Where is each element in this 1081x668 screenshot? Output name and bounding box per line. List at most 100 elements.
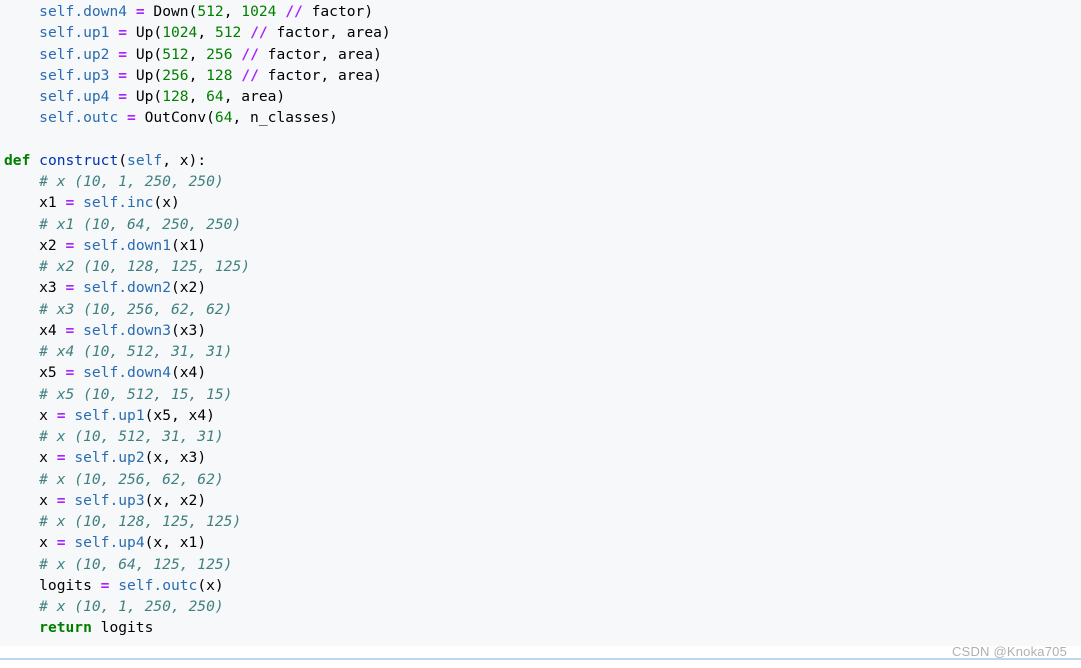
code-line: self.up3 = Up(256, 128 // factor, area): [4, 65, 391, 86]
code-line: return logits: [4, 617, 391, 638]
code-token-attr: .up2: [74, 45, 119, 63]
code-token-plain: (x2): [170, 279, 207, 297]
code-line: x5 = self.down4(x4): [4, 362, 391, 383]
code-token-comment: # x5 (10, 512, 15, 15): [39, 385, 233, 403]
code-token-plain: x: [4, 534, 57, 552]
code-token-comment: # x2 (10, 128, 125, 125): [39, 258, 251, 275]
code-token-op: =: [65, 364, 75, 382]
code-line: self.up4 = Up(128, 64, area): [4, 86, 391, 107]
code-token-kw: def: [4, 151, 31, 169]
code-line: x = self.up4(x, x1): [4, 532, 391, 553]
code-token-self: self: [74, 491, 110, 509]
code-token-comment: # x (10, 1, 250, 250): [39, 173, 224, 190]
code-token-self: self: [74, 406, 110, 424]
code-token-self: self: [39, 24, 75, 42]
code-line: logits = self.outc(x): [4, 575, 391, 596]
code-token-num: 256: [162, 66, 189, 84]
code-token-attr: .up1: [74, 24, 119, 42]
code-token-plain: logits: [91, 619, 154, 637]
code-token-plain: x: [4, 449, 57, 467]
code-token-comment: # x4 (10, 512, 31, 31): [39, 343, 233, 360]
code-token-plain: ,: [188, 88, 207, 105]
code-token-plain: factor): [302, 3, 374, 20]
code-token-attr: .down1: [118, 236, 171, 254]
code-token-comment: # x (10, 128, 125, 125): [39, 513, 242, 530]
code-token-comment: # x (10, 256, 62, 62): [39, 470, 224, 488]
code-token-self: self: [39, 66, 75, 84]
code-token-plain: x4: [4, 321, 66, 339]
code-token-plain: x3: [4, 279, 66, 297]
code-token-attr: .up1: [109, 406, 145, 424]
code-token-op: =: [118, 24, 128, 42]
code-token-self: self: [83, 236, 119, 254]
code-token-attr: .down2: [118, 279, 171, 297]
watermark: CSDN @Knoka705: [952, 644, 1067, 659]
code-token-plain: x1: [4, 194, 66, 212]
code-line: # x (10, 256, 62, 62): [4, 469, 391, 490]
code-token-plain: (x): [197, 576, 224, 594]
code-token-self: self: [39, 45, 75, 63]
code-block[interactable]: self.down4 = Down(512, 1024 // factor) s…: [4, 1, 391, 639]
code-token-plain: (x, x3): [144, 449, 207, 467]
code-token-comment: # x1 (10, 64, 250, 250): [39, 215, 242, 233]
code-token-plain: x2: [4, 236, 66, 254]
code-token-self: self: [83, 321, 119, 339]
code-token-num: 1024: [162, 24, 198, 42]
code-line: x = self.up1(x5, x4): [4, 405, 391, 426]
code-line: x4 = self.down3(x3): [4, 320, 391, 341]
code-token-plain: , n_classes): [232, 109, 338, 127]
code-token-attr: .outc: [153, 576, 198, 594]
code-token-self: self: [83, 194, 119, 212]
code-token-attr: .up3: [74, 66, 119, 84]
code-token-num: 512: [197, 3, 224, 20]
code-token-op: =: [56, 406, 66, 424]
code-token-kw: return: [39, 619, 92, 637]
code-line: # x (10, 1, 250, 250): [4, 596, 391, 617]
code-token-op: =: [127, 109, 136, 127]
code-token-attr: .up4: [74, 88, 119, 105]
code-token-plain: (x, x2): [144, 491, 207, 509]
code-token-op: =: [135, 3, 145, 20]
code-token-plain: Up(: [127, 45, 163, 63]
code-token-num: 128: [162, 88, 189, 105]
code-line: # x (10, 64, 125, 125): [4, 554, 391, 575]
code-token-self: self: [118, 576, 154, 594]
code-token-op: =: [65, 194, 75, 212]
code-token-num: 1024: [241, 3, 277, 20]
code-token-plain: ,: [188, 45, 207, 63]
code-block-panel: self.down4 = Down(512, 1024 // factor) s…: [0, 0, 1081, 646]
code-token-plain: (x1): [170, 236, 207, 254]
code-token-op: //: [241, 66, 259, 84]
code-line: # x (10, 1, 250, 250): [4, 171, 391, 192]
code-token-op: =: [118, 88, 128, 105]
code-token-self: self: [83, 279, 119, 297]
code-token-self: self: [39, 109, 75, 127]
code-token-plain: , area): [223, 88, 286, 105]
code-token-plain: factor, area): [267, 24, 391, 42]
code-token-plain: logits: [4, 576, 101, 594]
code-token-plain: , x):: [162, 151, 207, 169]
code-token-num: 512: [162, 45, 189, 63]
code-token-op: =: [118, 66, 128, 84]
code-line: # x4 (10, 512, 31, 31): [4, 341, 391, 362]
code-token-plain: (: [118, 151, 128, 169]
code-token-plain: ,: [197, 24, 215, 42]
